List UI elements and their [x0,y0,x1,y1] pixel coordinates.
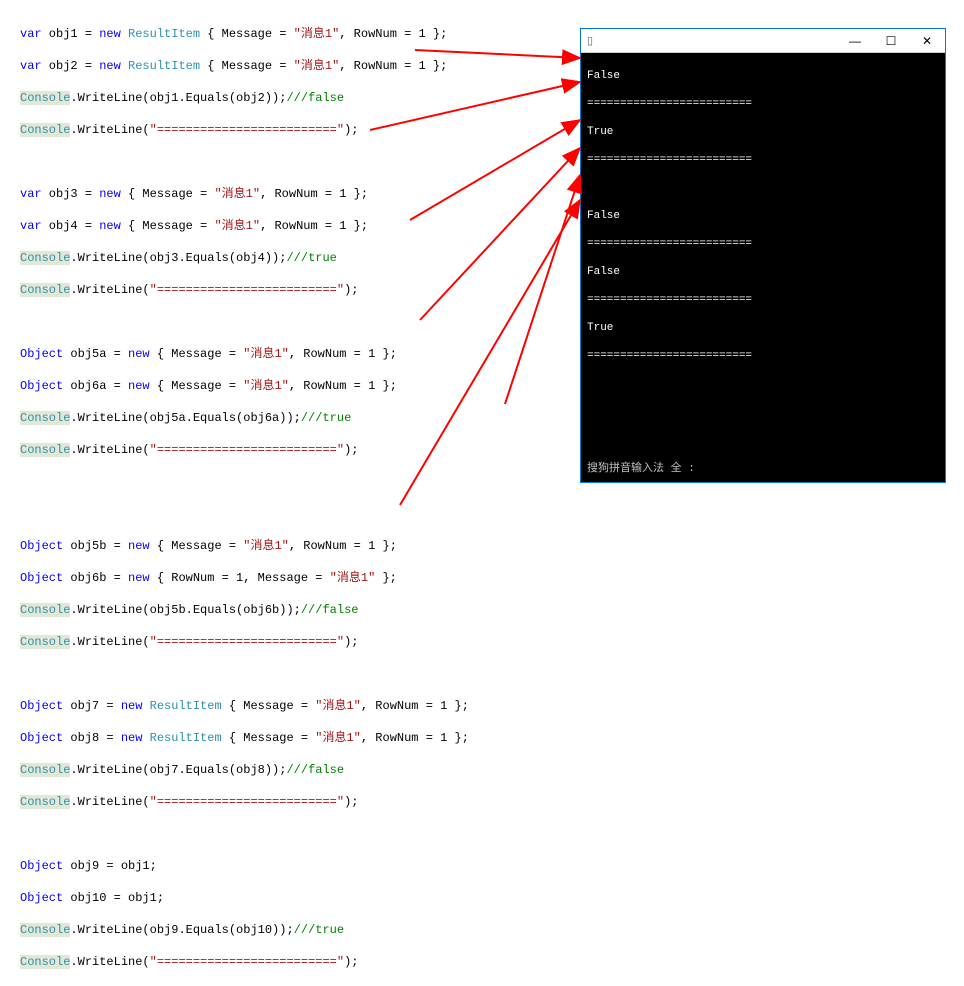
code-line: Console.WriteLine(obj3.Equals(obj4));///… [20,250,580,266]
code-line: var obj1 = new ResultItem { Message = "消… [20,26,580,42]
output-line: ========================= [587,97,939,111]
output-line: True [587,125,939,139]
code-editor: var obj1 = new ResultItem { Message = "消… [20,10,580,986]
keyword-new: new [99,27,121,41]
code-line: Object obj5a = new { Message = "消息1", Ro… [20,346,580,362]
code-line: var obj2 = new ResultItem { Message = "消… [20,58,580,74]
code-line: Console.WriteLine("=====================… [20,282,580,298]
output-line: False [587,209,939,223]
output-line: ========================= [587,349,939,363]
code-line: Console.WriteLine("=====================… [20,442,580,458]
window-controls: — ☐ ✕ [837,29,945,52]
code-line: var obj3 = new { Message = "消息1", RowNum… [20,186,580,202]
code-line: Console.WriteLine(obj5b.Equals(obj6b));/… [20,602,580,618]
blank-line [20,666,580,682]
code-line: var obj4 = new { Message = "消息1", RowNum… [20,218,580,234]
output-line: False [587,69,939,83]
code-line: Object obj5b = new { Message = "消息1", Ro… [20,538,580,554]
console-window: ▯ — ☐ ✕ False ========================= … [580,28,946,483]
code-line: Console.WriteLine(obj9.Equals(obj10));//… [20,922,580,938]
blank-line [20,154,580,170]
keyword-var: var [20,27,42,41]
code-line: Object obj8 = new ResultItem { Message =… [20,730,580,746]
output-line [587,181,939,195]
type-name: ResultItem [121,27,200,41]
code-line: Object obj10 = obj1; [20,890,580,906]
titlebar[interactable]: ▯ — ☐ ✕ [581,29,945,53]
output-line: ========================= [587,153,939,167]
code-line: Console.WriteLine("=====================… [20,122,580,138]
code-line: Console.WriteLine("=====================… [20,794,580,810]
code-line: Console.WriteLine("=====================… [20,634,580,650]
string-literal: "消息1" [294,27,340,41]
blank-line [20,506,580,522]
ime-status: 搜狗拼音输入法 全 : [587,460,695,476]
minimize-button[interactable]: — [837,29,873,52]
blank-line [20,826,580,842]
code-line: Object obj7 = new ResultItem { Message =… [20,698,580,714]
code-line: Object obj9 = obj1; [20,858,580,874]
close-button[interactable]: ✕ [909,29,945,52]
app-icon: ▯ [587,34,601,48]
class-console: Console [20,91,70,105]
blank-line [20,474,580,490]
comment: ///false [286,91,344,105]
output-line: True [587,321,939,335]
code-line: Object obj6a = new { Message = "消息1", Ro… [20,378,580,394]
maximize-button[interactable]: ☐ [873,29,909,52]
keyword-object: Object [20,347,63,361]
blank-line [20,314,580,330]
code-line: Console.WriteLine(obj7.Equals(obj8));///… [20,762,580,778]
console-output[interactable]: False ========================= True ===… [581,53,945,482]
code-line: Object obj6b = new { RowNum = 1, Message… [20,570,580,586]
code-line: Console.WriteLine("=====================… [20,954,580,970]
code-line: Console.WriteLine(obj1.Equals(obj2));///… [20,90,580,106]
output-line: ========================= [587,237,939,251]
code-line: Console.WriteLine(obj5a.Equals(obj6a));/… [20,410,580,426]
output-line: ========================= [587,293,939,307]
output-line: False [587,265,939,279]
